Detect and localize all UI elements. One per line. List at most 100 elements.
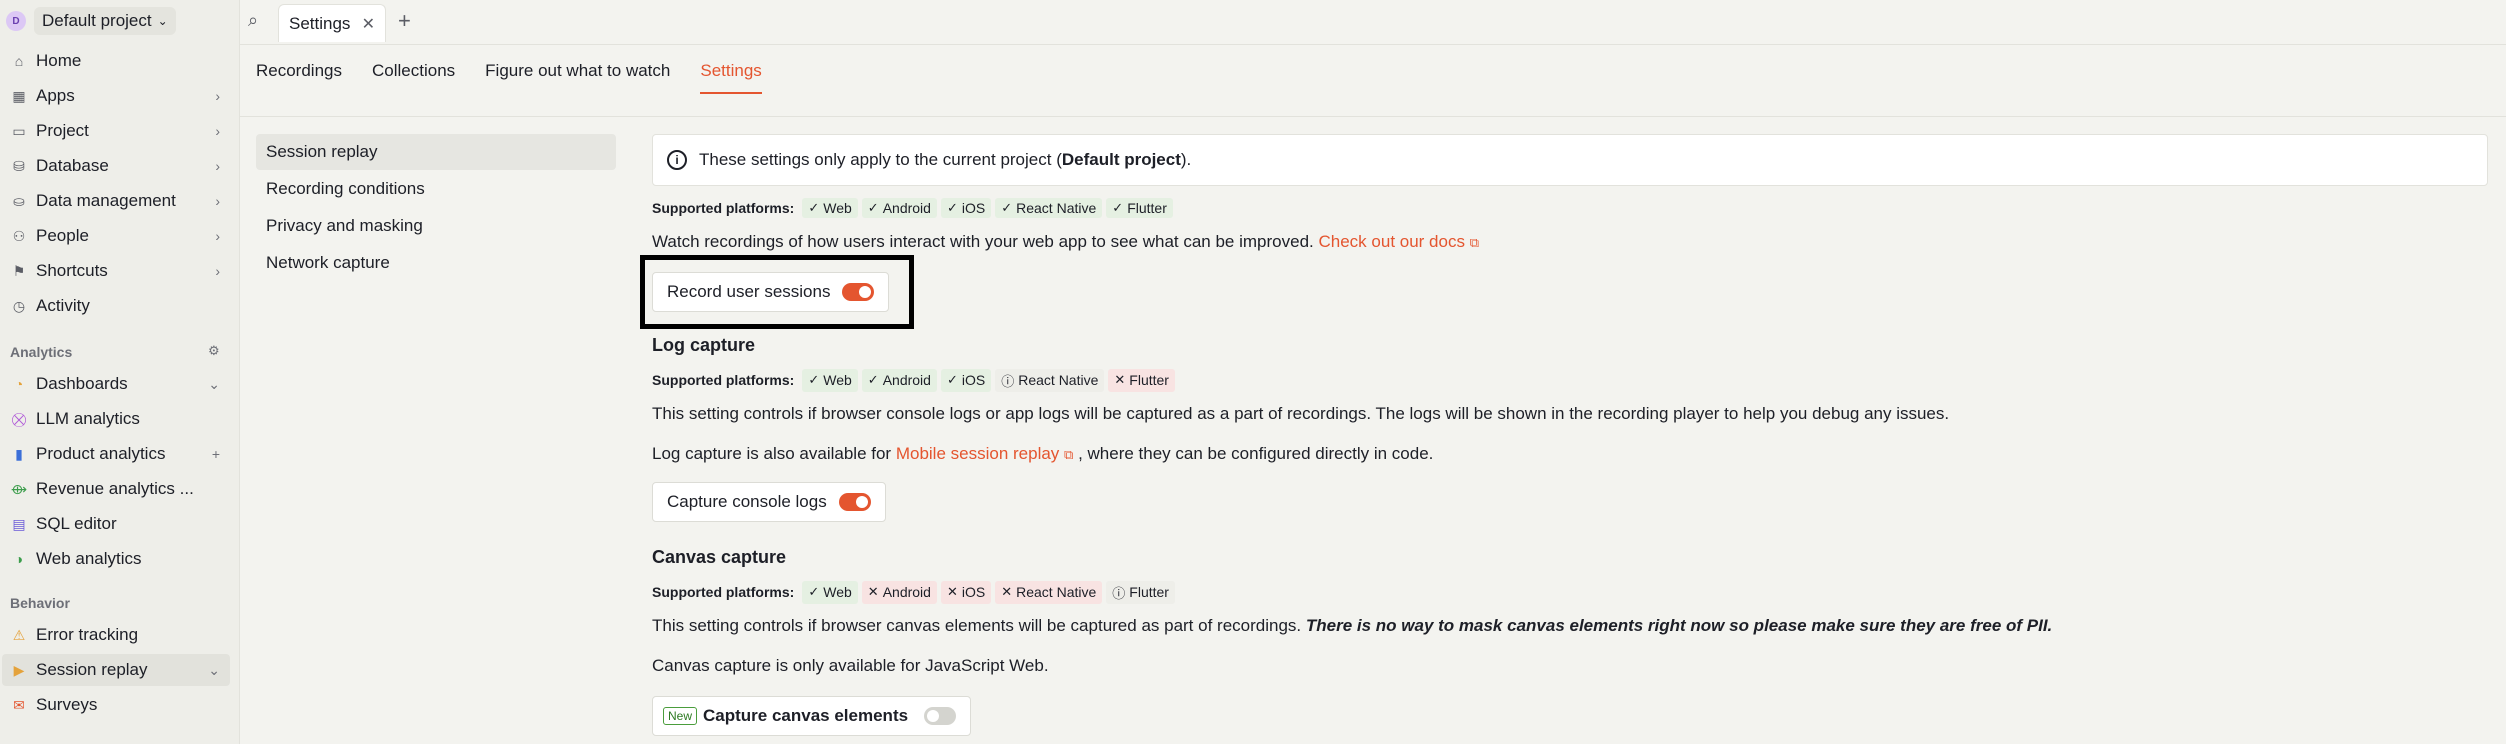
- platform-name: Web: [823, 372, 852, 388]
- sidebar-item-apps[interactable]: ▦ Apps ›: [2, 80, 230, 112]
- subnav-session-replay[interactable]: Session replay: [256, 134, 616, 170]
- canvas-capture-title: Canvas capture: [652, 547, 787, 567]
- platform-name: Flutter: [1127, 200, 1167, 216]
- sidebar-item-session-replay[interactable]: ▶ Session replay ⌄: [2, 654, 230, 686]
- new-badge: New: [663, 707, 698, 725]
- platform-name: Android: [882, 372, 931, 388]
- platform-chip: ✓ Web: [802, 198, 858, 218]
- capture-canvas-toggle[interactable]: New Capture canvas elements: [652, 696, 972, 736]
- platform-name: iOS: [961, 372, 986, 388]
- subtab-settings[interactable]: Settings: [700, 61, 763, 94]
- cross-icon: ✕: [867, 584, 879, 599]
- close-icon[interactable]: ✕: [362, 14, 375, 34]
- sidebar-item-label: Database: [36, 156, 109, 175]
- sidebar-item-label: Product analytics: [36, 444, 166, 463]
- sidebar-item-data-management[interactable]: ⛀ Data management ›: [2, 185, 230, 217]
- settings-small-icon[interactable]: ⚙: [208, 343, 220, 359]
- sidebar-item-sql-editor[interactable]: ▤ SQL editor: [2, 508, 230, 540]
- capture-console-toggle[interactable]: Capture console logs: [652, 482, 886, 522]
- platform-chip: ✕ iOS: [940, 580, 992, 604]
- cross-icon: ✕: [946, 584, 958, 599]
- platform-name: React Native: [1018, 372, 1099, 388]
- sidebar-item-label: Error tracking: [36, 625, 139, 644]
- record-sessions-switch[interactable]: [842, 283, 875, 301]
- toggle-label: Record user sessions: [667, 282, 831, 301]
- check-icon: ✓: [808, 584, 820, 599]
- sidebar-item-project[interactable]: ▭ Project ›: [2, 115, 230, 147]
- sidebar-item-activity[interactable]: ◷ Activity: [2, 290, 230, 322]
- sidebar-item-label: Data management: [36, 191, 176, 210]
- subnav-recording-conditions[interactable]: Recording conditions: [256, 171, 616, 207]
- clock-icon: ◷: [12, 297, 26, 314]
- sidebar-item-label: Activity: [36, 296, 90, 315]
- apps-icon: ▦: [12, 87, 26, 104]
- sidebar-item-revenue-analytics[interactable]: ⟴ Revenue analytics ...: [2, 473, 230, 505]
- bar-chart-icon: ▮: [15, 445, 23, 462]
- subnav-privacy-masking[interactable]: Privacy and masking: [256, 208, 616, 244]
- sidebar: D Default project ⌄ ⌂ Home ▦ Apps › ▭ Projec…: [0, 0, 240, 744]
- add-tab-icon[interactable]: +: [398, 8, 411, 34]
- tab-settings[interactable]: Settings ✕: [278, 4, 386, 42]
- sidebar-item-error-tracking[interactable]: ⚠ Error tracking: [2, 619, 230, 651]
- log-also-line: Log capture is also available for Mobile…: [652, 444, 1433, 464]
- sidebar-item-dashboards[interactable]: ◔ Dashboards ⌄: [2, 368, 230, 400]
- subtab-figure-out[interactable]: Figure out what to watch: [485, 61, 670, 94]
- sidebar-item-label: Surveys: [36, 695, 98, 714]
- platform-chip: ✓ Web: [802, 368, 858, 392]
- platform-name: Android: [882, 200, 931, 216]
- settings-subnav: Session replay Recording conditions Priv…: [256, 134, 616, 282]
- project-name-button[interactable]: Default project ⌄: [34, 7, 176, 35]
- capture-canvas-switch[interactable]: [924, 707, 957, 725]
- sidebar-item-label: LLM analytics: [36, 409, 140, 428]
- platform-name: Flutter: [1129, 584, 1169, 600]
- sidebar-item-people[interactable]: ⚇ People ›: [2, 220, 230, 252]
- database-icon: ⛁: [13, 157, 25, 174]
- platform-chip: ✓ React Native: [995, 198, 1103, 218]
- subnav-network-capture[interactable]: Network capture: [256, 245, 616, 281]
- docs-link[interactable]: Check out our docs ⧉: [1319, 232, 1480, 251]
- home-icon: ⌂: [14, 53, 24, 69]
- check-icon: ✓: [1001, 200, 1013, 215]
- platform-name: Web: [823, 584, 852, 600]
- mobile-replay-link[interactable]: Mobile session replay ⧉: [896, 444, 1074, 463]
- cross-icon: ✕: [1001, 584, 1013, 599]
- subtab-recordings[interactable]: Recordings: [256, 61, 342, 94]
- sidebar-item-llm-analytics[interactable]: ⛒ LLM analytics: [2, 403, 230, 435]
- subtab-collections[interactable]: Collections: [372, 61, 455, 94]
- check-icon: ✓: [946, 200, 958, 215]
- sidebar-item-shortcuts[interactable]: ⚑ Shortcuts ›: [2, 255, 230, 287]
- platforms-label: Supported platforms:: [652, 200, 795, 216]
- canvas-warning: There is no way to mask canvas elements …: [1305, 616, 2053, 635]
- canvas-platforms: Supported platforms: ✓ Web ✕ Android ✕ iOS ✕ Re…: [652, 580, 1175, 604]
- platform-chip: ⓘ Flutter: [1106, 580, 1175, 604]
- record-sessions-toggle[interactable]: Record user sessions: [652, 272, 890, 312]
- search-icon[interactable]: ⌕: [248, 10, 258, 31]
- capture-console-switch[interactable]: [838, 493, 871, 511]
- sidebar-item-label: Project: [36, 121, 89, 140]
- check-icon: ✓: [867, 200, 879, 215]
- sidebar-item-database[interactable]: ⛁ Database ›: [2, 150, 230, 182]
- docs-link-text: Check out our docs: [1318, 232, 1465, 251]
- project-switcher[interactable]: D Default project ⌄: [6, 6, 176, 36]
- platform-chips: ✓ Web ✓ Android ✓ iOS ⓘ React Native ✕ Flutter: [802, 368, 1175, 392]
- check-icon: ✓: [808, 372, 820, 387]
- toggle-label: Capture console logs: [667, 492, 827, 511]
- chevron-down-icon: ⌄: [157, 14, 168, 28]
- sidebar-item-home[interactable]: ⌂ Home: [2, 45, 230, 77]
- plus-icon[interactable]: +: [212, 446, 220, 462]
- sidebar-item-surveys[interactable]: ✉ Surveys: [2, 689, 230, 721]
- info-text: These settings only apply to the current…: [699, 150, 1062, 169]
- platform-chip: ⓘ React Native: [995, 368, 1105, 392]
- cross-icon: ✕: [1114, 372, 1126, 387]
- section-analytics: Analytics: [10, 344, 73, 360]
- sidebar-item-web-analytics[interactable]: ◑ Web analytics: [2, 543, 230, 575]
- check-icon: ✓: [946, 372, 958, 387]
- external-link-icon: ⧉: [1064, 447, 1074, 462]
- people-icon: ⚇: [12, 227, 26, 244]
- sidebar-item-label: SQL editor: [36, 514, 117, 533]
- sidebar-item-product-analytics[interactable]: ▮ Product analytics +: [2, 438, 230, 470]
- sidebar-item-label: Dashboards: [36, 374, 128, 393]
- chevron-right-icon: ›: [215, 88, 220, 104]
- info-icon: ⓘ: [1001, 373, 1015, 389]
- mobile-replay-link-text: Mobile session replay: [895, 444, 1060, 463]
